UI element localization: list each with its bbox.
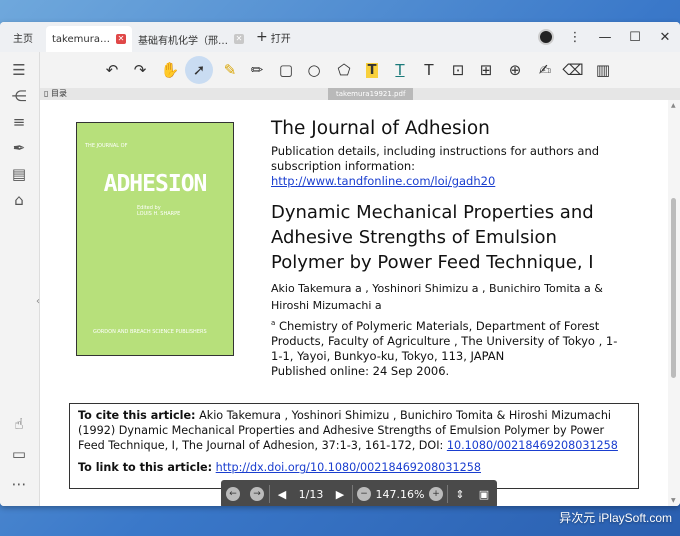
citation-box: To cite this article: Akio Takemura , Yo… [69, 403, 639, 489]
polygon-icon[interactable]: ⬠ [332, 58, 356, 82]
cover-brand: ADHESION [103, 171, 208, 197]
scroll-thumb[interactable] [671, 198, 676, 378]
outline-label[interactable]: ▯ 目录 [44, 88, 67, 99]
tab-label: 基础有机化学（邢其毅... [138, 35, 228, 47]
journal-cover-image: THE JOURNAL OF ADHESION Edited by LOUIS … [76, 122, 234, 356]
link-label: To link to this article: [78, 461, 213, 474]
bookmark-doc-icon[interactable]: ▤ [9, 164, 29, 184]
textbox-icon[interactable]: ⊡ [446, 58, 470, 82]
outline-tree-icon[interactable]: ⋲ [9, 86, 29, 106]
annotation-toolbar: ↶ ↷ ✋ ➚ ✎ ✏ ▢ ○ ⬠ T T T ⊡ ⊞ ⊕ ✍ ⌫ ▥ [40, 52, 680, 88]
close-tab-icon[interactable]: ✕ [116, 34, 126, 44]
filename-label: takemura19921.pdf [328, 88, 414, 100]
history-forward-icon[interactable]: → [245, 480, 269, 506]
select-arrow-icon[interactable]: ➚ [185, 56, 213, 84]
undo-icon[interactable]: ↶ [100, 58, 124, 82]
page-view-icon[interactable]: ▣ [472, 480, 496, 506]
avatar[interactable] [538, 29, 554, 45]
panel-icon[interactable]: ▥ [591, 58, 615, 82]
open-file-button[interactable]: + 打开 [250, 30, 291, 45]
cover-editor: Edited by LOUIS H. SHARPE [137, 205, 181, 217]
app-window: 主页 takemura19921 ✕ 基础有机化学（邢其毅... ✕ + 打开 … [0, 22, 680, 506]
zoom-level[interactable]: 147.16% [375, 480, 425, 506]
text-highlight-icon[interactable]: T [360, 58, 384, 82]
text-strike-icon[interactable]: T [417, 58, 441, 82]
vertical-scrollbar[interactable]: ▲ ▼ [668, 100, 680, 506]
pen-nib-icon[interactable]: ✒ [9, 138, 29, 158]
publication-details: Publication details, including instructi… [271, 144, 600, 173]
cover-publisher: GORDON AND BREACH SCIENCE PUBLISHERS [93, 329, 207, 335]
close-tab-icon[interactable]: ✕ [234, 34, 244, 44]
close-window-button[interactable]: ✕ [650, 22, 680, 52]
outline-bar: ▯ 目录 takemura19921.pdf [40, 88, 680, 100]
article-url-link[interactable]: http://dx.doi.org/10.1080/00218469208031… [216, 461, 481, 474]
scroll-down-icon[interactable]: ▼ [671, 497, 676, 504]
zoom-in-icon[interactable]: + [425, 480, 447, 506]
affiliation: a Chemistry of Polymeric Materials, Depa… [271, 318, 618, 378]
highlighter-icon[interactable]: ✎ [218, 58, 242, 82]
list-icon[interactable]: ≡ [9, 112, 29, 132]
minimize-button[interactable]: — [590, 22, 620, 52]
previous-page-icon[interactable]: ◀ [270, 480, 294, 506]
maximize-button[interactable]: ☐ [620, 22, 650, 52]
more-icon[interactable]: ⋯ [9, 474, 29, 494]
tag-icon[interactable]: ⌂ [9, 190, 29, 210]
more-menu-icon[interactable]: ⋮ [560, 22, 590, 52]
eraser-icon[interactable]: ⌫ [561, 58, 585, 82]
plus-icon: + [256, 29, 268, 45]
watermark: 异次元 iPlaySoft.com [559, 511, 672, 525]
doi-link[interactable]: 10.1080/00218469208031258 [447, 439, 618, 452]
authors: Akio Takemura a , Yoshinori Shimizu a , … [271, 282, 603, 312]
fit-height-icon[interactable]: ⇕ [448, 480, 472, 506]
tab-label: takemura19921 [52, 33, 110, 45]
pdf-page[interactable]: THE JOURNAL OF ADHESION Edited by LOUIS … [40, 100, 680, 506]
journal-url-link[interactable]: http://www.tandfonline.com/loi/gadh20 [271, 174, 495, 188]
published-date: Published online: 24 Sep 2006. [271, 363, 450, 378]
zoom-out-icon[interactable]: − [353, 480, 375, 506]
rectangle-icon[interactable]: ▢ [274, 58, 298, 82]
scroll-up-icon[interactable]: ▲ [671, 102, 676, 109]
pen-icon[interactable]: ✏ [245, 58, 269, 82]
hand-pointer-icon[interactable]: ☝ [9, 414, 29, 434]
open-label: 打开 [270, 33, 291, 45]
tab-home[interactable]: 主页 [0, 22, 46, 52]
signature-icon[interactable]: ✍ [533, 58, 557, 82]
tab-document-active[interactable]: takemura19921 ✕ [46, 26, 132, 52]
journal-title: The Journal of Adhesion [271, 118, 490, 139]
globe-icon[interactable]: ⊕ [503, 58, 527, 82]
cover-top-text: THE JOURNAL OF [85, 143, 128, 149]
redo-icon[interactable]: ↷ [128, 58, 152, 82]
book-icon[interactable]: ▭ [9, 444, 29, 464]
image-icon[interactable]: ⊞ [474, 58, 498, 82]
circle-icon[interactable]: ○ [302, 58, 326, 82]
page-navigation-bar: ← → ◀ 1/13 ▶ − 147.16% + ⇕ ▣ [221, 480, 497, 506]
text-underline-icon[interactable]: T [388, 58, 412, 82]
thumbnails-icon[interactable]: ☰ [9, 60, 29, 80]
hand-icon[interactable]: ✋ [158, 58, 182, 82]
cite-label: To cite this article: [78, 409, 196, 422]
left-sidebar: ☰ ⋲ ≡ ✒ ▤ ⌂ ‹ ☝ ▭ ⋯ [0, 52, 40, 506]
article-title: Dynamic Mechanical Properties and Adhesi… [271, 202, 594, 273]
next-page-icon[interactable]: ▶ [328, 480, 352, 506]
tab-document-inactive[interactable]: 基础有机化学（邢其毅... ✕ [132, 26, 250, 52]
title-bar: 主页 takemura19921 ✕ 基础有机化学（邢其毅... ✕ + 打开 … [0, 22, 680, 52]
history-back-icon[interactable]: ← [221, 480, 245, 506]
page-indicator[interactable]: 1/13 [294, 480, 328, 506]
window-controls: ⋮ — ☐ ✕ [538, 22, 680, 52]
